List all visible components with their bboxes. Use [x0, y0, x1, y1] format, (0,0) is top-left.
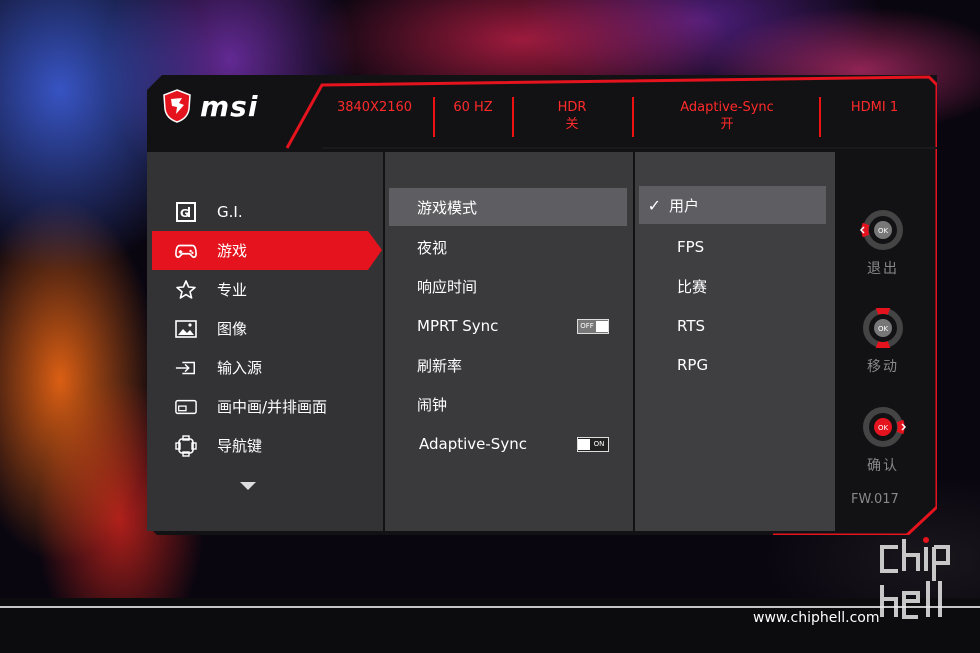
menu-item-label: 导航键	[217, 437, 263, 455]
menu-item-input-source[interactable]: 输入源	[147, 348, 377, 387]
status-separator	[632, 97, 634, 137]
submenu-item-night-vision[interactable]: 夜视	[389, 228, 627, 266]
menu-item-label: 专业	[217, 281, 248, 299]
option-label: FPS	[677, 238, 705, 256]
menu-item-professional[interactable]: 专业	[147, 270, 377, 309]
toggle-state: ON	[593, 440, 605, 448]
nav-confirm: OK 确认	[857, 407, 909, 475]
submenu-item-label: 响应时间	[417, 277, 478, 296]
chiphell-logo-watermark	[880, 537, 950, 619]
menu-item-image[interactable]: 图像	[147, 309, 377, 348]
scroll-down-icon[interactable]	[240, 482, 256, 490]
svg-text:G: G	[180, 207, 189, 220]
msi-logo: msi	[162, 89, 258, 123]
exit-label: 退出	[867, 261, 899, 277]
status-separator	[819, 97, 821, 137]
joystick-left-icon: OK	[859, 210, 903, 250]
option-label: RTS	[677, 317, 706, 335]
submenu-item-label: MPRT Sync	[417, 317, 499, 335]
submenu-item-game-mode[interactable]: 游戏模式	[389, 188, 627, 226]
menu-item-gaming[interactable]: 游戏	[152, 231, 382, 270]
refresh-value: 60 HZ	[453, 100, 493, 115]
gamepad-icon	[175, 240, 197, 262]
pip-icon	[175, 396, 197, 418]
submenu-item-label: 游戏模式	[417, 198, 478, 217]
hdr-value: 关	[565, 117, 579, 132]
ok-label: OK	[878, 424, 889, 432]
checkmark-icon: ✓	[647, 195, 661, 215]
image-icon	[175, 318, 197, 340]
submenu-item-refresh-rate[interactable]: 刷新率	[389, 346, 627, 384]
joystick-confirm-icon: OK	[863, 407, 907, 447]
menu-item-pip[interactable]: 画中画/并排画面	[147, 387, 377, 426]
watermark-site-url: www.chiphell.com	[753, 610, 880, 626]
confirm-label: 确认	[867, 458, 899, 474]
submenu-item-label: 刷新率	[417, 356, 463, 375]
star-icon	[175, 279, 197, 301]
nav-move: OK 移动	[857, 306, 909, 376]
status-bar: msi 3840X2160 60 HZ HDR 关 Adaptive-Sync …	[147, 75, 937, 148]
toggle-knob	[578, 438, 590, 450]
ok-label: OK	[878, 227, 889, 235]
game-mode-options: ✓ 用户 FPS 比赛 RTS RPG	[635, 152, 835, 531]
menu-item-label: 输入源	[217, 359, 263, 377]
status-adaptive-sync: Adaptive-Sync 开	[667, 99, 787, 133]
option-label: RPG	[677, 356, 709, 374]
game-submenu: 游戏模式 夜视 响应时间 MPRT Sync OFF 刷新率 闹钟 Adapti…	[385, 152, 633, 531]
firmware-version: FW.017	[851, 492, 899, 507]
joystick-updown-icon: OK	[863, 306, 903, 350]
menu-item-label: 游戏	[217, 242, 248, 260]
submenu-item-label: 夜视	[417, 238, 448, 257]
dragon-shield-icon	[163, 89, 191, 123]
mprt-sync-toggle[interactable]: OFF	[577, 318, 609, 334]
status-separator	[512, 97, 514, 137]
menu-item-label: 图像	[217, 320, 248, 338]
status-refresh: 60 HZ	[443, 99, 503, 116]
status-hdr: HDR 关	[537, 99, 607, 133]
submenu-item-response-time[interactable]: 响应时间	[389, 267, 627, 305]
submenu-item-adaptive-sync[interactable]: Adaptive-Sync ON	[389, 425, 627, 463]
ok-label: OK	[878, 325, 889, 333]
menu-item-gi[interactable]: G G.I.	[147, 192, 377, 231]
adaptive-sync-label: Adaptive-Sync	[680, 100, 774, 115]
menu-item-navigation-key[interactable]: 导航键	[147, 426, 377, 465]
submenu-item-alarm[interactable]: 闹钟	[389, 385, 627, 423]
option-competition[interactable]: 比赛	[639, 267, 826, 305]
gi-icon: G	[175, 201, 197, 223]
nav-exit: OK 退出	[857, 210, 909, 278]
adaptive-sync-toggle[interactable]: ON	[577, 436, 609, 452]
brand-name: msi	[200, 89, 259, 123]
submenu-item-label: 闹钟	[417, 395, 448, 414]
navigation-key-icon	[175, 434, 197, 457]
move-label: 移动	[867, 359, 899, 375]
toggle-knob	[596, 320, 608, 332]
resolution-value: 3840X2160	[336, 100, 413, 115]
status-input: HDMI 1	[837, 99, 912, 116]
status-separator	[433, 97, 435, 137]
submenu-item-label: Adaptive-Sync	[419, 435, 527, 453]
option-fps[interactable]: FPS	[639, 228, 826, 266]
osd-menu: msi 3840X2160 60 HZ HDR 关 Adaptive-Sync …	[147, 75, 937, 535]
adaptive-sync-value: 开	[720, 117, 734, 132]
option-rts[interactable]: RTS	[639, 307, 826, 345]
option-label: 比赛	[677, 277, 708, 296]
main-menu: G G.I. 游戏 专业 图像 输入源 画中画/并排画面 导航键	[147, 152, 383, 531]
option-user[interactable]: ✓ 用户	[639, 186, 826, 224]
input-source-icon	[175, 357, 197, 379]
input-value: HDMI 1	[850, 100, 899, 115]
toggle-state: OFF	[580, 322, 594, 330]
option-label: 用户	[669, 196, 700, 215]
monitor-edge-highlight	[0, 606, 980, 608]
menu-item-label: 画中画/并排画面	[217, 398, 328, 416]
submenu-item-mprt-sync[interactable]: MPRT Sync OFF	[389, 307, 627, 345]
menu-item-label: G.I.	[217, 202, 243, 221]
navigation-hints: OK 退出 OK 移动 OK 确认 FW.017	[837, 152, 937, 531]
option-rpg[interactable]: RPG	[639, 346, 826, 384]
hdr-label: HDR	[557, 100, 587, 115]
status-resolution: 3840X2160	[332, 99, 417, 116]
